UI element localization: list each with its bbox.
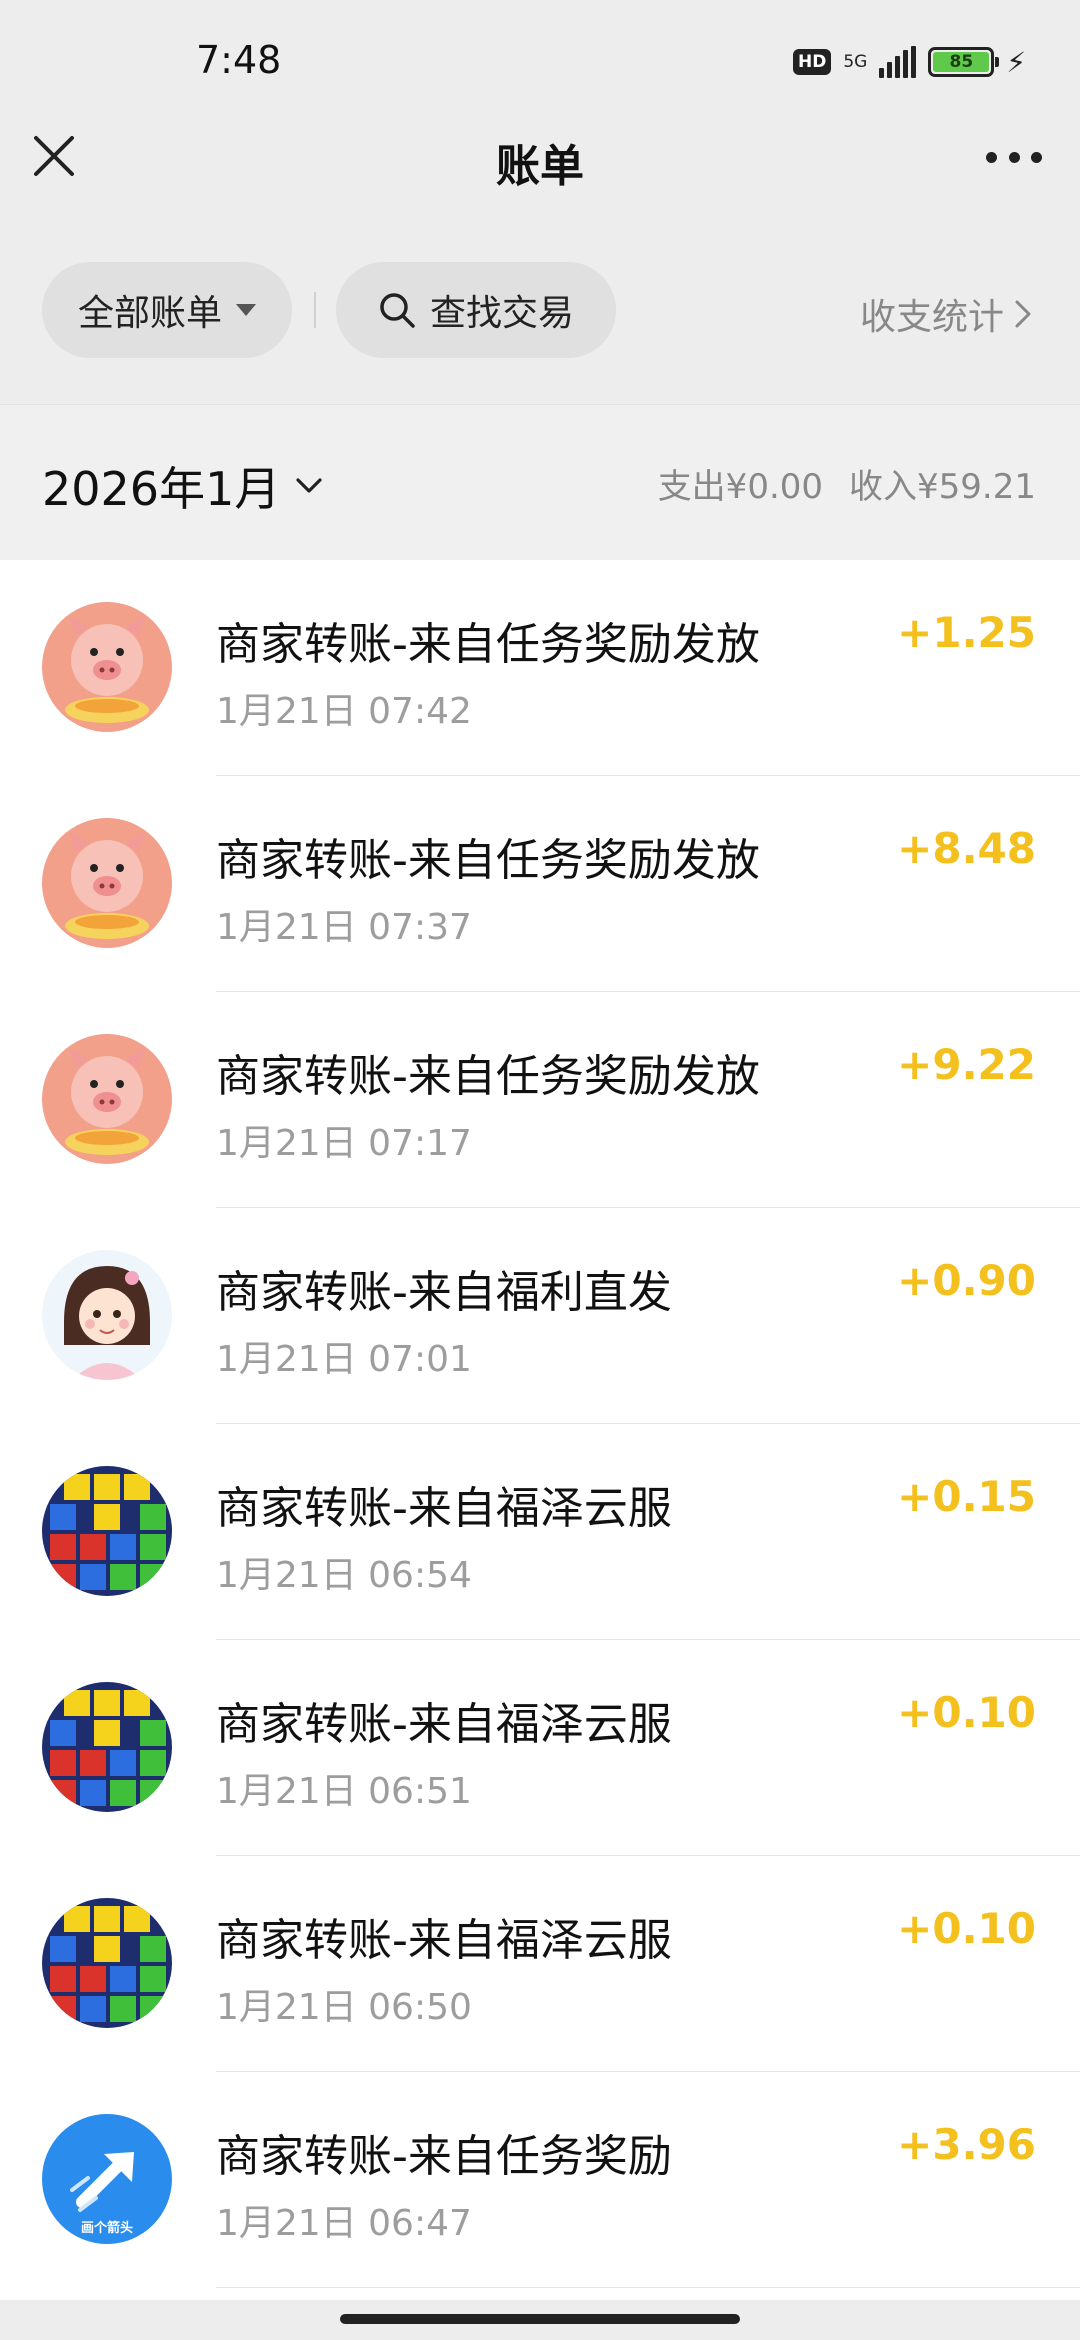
transaction-amount: +8.48 <box>897 824 1036 873</box>
transaction-time: 1月21日 07:37 <box>216 907 472 948</box>
transaction-title: 商家转账-来自任务奖励发放 <box>216 619 760 670</box>
transaction-amount: +0.10 <box>897 1688 1036 1737</box>
battery-icon: 85 <box>928 47 1000 77</box>
avatar <box>42 818 172 948</box>
income-total: 收入¥59.21 <box>849 467 1036 507</box>
transaction-row[interactable]: 商家转账-来自任务奖励发放 1月21日 07:17 +9.22 <box>0 992 1080 1208</box>
search-button[interactable]: 查找交易 <box>336 262 616 358</box>
transaction-amount: +3.96 <box>897 2120 1036 2169</box>
transaction-row[interactable]: 商家转账-来自任务奖励发放 1月21日 07:37 +8.48 <box>0 776 1080 992</box>
row-divider <box>216 2287 1080 2288</box>
status-time: 7:48 <box>196 38 282 82</box>
avatar <box>42 1898 172 2028</box>
transaction-time: 1月21日 07:42 <box>216 691 472 732</box>
month-summary: 支出¥0.00 收入¥59.21 <box>658 459 1036 508</box>
status-icons: HD 5G 85 ⚡ <box>792 44 1026 80</box>
transaction-title: 商家转账-来自福泽云服 <box>216 1483 672 1534</box>
transaction-time: 1月21日 06:54 <box>216 1555 472 1596</box>
transaction-row[interactable]: 画个箭头 商家转账-来自任务奖励 1月21日 06:47 +3.96 <box>0 2072 1080 2288</box>
home-indicator[interactable] <box>340 2314 740 2324</box>
transaction-title: 商家转账-来自任务奖励 <box>216 2131 672 2182</box>
all-bills-label: 全部账单 <box>77 293 222 334</box>
avatar <box>42 1034 172 1164</box>
transaction-list: 商家转账-来自任务奖励发放 1月21日 07:42 +1.25 商家转账-来自任… <box>0 560 1080 2300</box>
transaction-amount: +9.22 <box>897 1040 1036 1089</box>
status-bar: 7:48 HD 5G 85 ⚡ <box>0 0 1080 120</box>
transaction-amount: +0.15 <box>897 1472 1036 1521</box>
transaction-row[interactable]: 商家转账-来自福利直发 1月21日 07:01 +0.90 <box>0 1208 1080 1424</box>
transaction-time: 1月21日 07:01 <box>216 1339 472 1380</box>
month-selector[interactable]: 2026年1月 <box>42 453 326 519</box>
battery-level: 85 <box>933 52 990 72</box>
hd-icon: HD <box>792 49 832 75</box>
search-label: 查找交易 <box>429 293 574 334</box>
divider <box>314 292 316 328</box>
all-bills-dropdown[interactable]: 全部账单 <box>42 262 292 358</box>
chevron-right-icon <box>1015 300 1031 328</box>
chevron-down-icon <box>296 478 322 493</box>
transaction-title: 商家转账-来自福泽云服 <box>216 1699 672 1750</box>
page-title: 账单 <box>496 141 584 192</box>
search-icon <box>380 293 415 328</box>
pig-avatar-image <box>42 1034 172 1164</box>
avatar: 画个箭头 <box>42 2114 172 2244</box>
more-icon[interactable] <box>986 142 1042 172</box>
blocks-avatar-image <box>42 1682 172 1812</box>
transaction-title: 商家转账-来自福泽云服 <box>216 1915 672 1966</box>
pig-avatar-image <box>42 818 172 948</box>
avatar <box>42 1250 172 1380</box>
girl-avatar-image <box>42 1250 172 1380</box>
nav-bar: 账单 <box>0 110 1080 230</box>
transaction-time: 1月21日 06:50 <box>216 1987 472 2028</box>
transaction-time: 1月21日 07:17 <box>216 1123 472 1164</box>
transaction-row[interactable]: 商家转账-来自福泽云服 1月21日 06:51 +0.10 <box>0 1640 1080 1856</box>
avatar <box>42 602 172 732</box>
avatar-caption: 画个箭头 <box>81 2220 133 2236</box>
transaction-row[interactable]: 商家转账-来自福泽云服 1月21日 06:54 +0.15 <box>0 1424 1080 1640</box>
network-type: 5G <box>843 51 868 72</box>
month-label: 2026年1月 <box>42 462 281 516</box>
signal-icon <box>879 46 917 78</box>
transaction-time: 1月21日 06:47 <box>216 2203 472 2244</box>
transaction-title: 商家转账-来自任务奖励发放 <box>216 1051 760 1102</box>
blocks-avatar-image <box>42 1898 172 2028</box>
charging-icon: ⚡ <box>1006 45 1026 79</box>
expense-total: 支出¥0.00 <box>657 467 824 507</box>
transaction-row[interactable]: 商家转账-来自任务奖励发放 1月21日 07:42 +1.25 <box>0 560 1080 776</box>
transaction-amount: +1.25 <box>897 608 1036 657</box>
caret-down-icon <box>236 304 256 316</box>
stats-link[interactable]: 收支统计 <box>860 288 1034 340</box>
filter-row: 全部账单 查找交易 收支统计 <box>0 262 1080 362</box>
transaction-title: 商家转账-来自福利直发 <box>216 1267 672 1318</box>
avatar <box>42 1466 172 1596</box>
transaction-amount: +0.90 <box>897 1256 1036 1305</box>
transaction-row[interactable]: 商家转账-来自福泽云服 1月21日 06:50 +0.10 <box>0 1856 1080 2072</box>
transaction-time: 1月21日 06:51 <box>216 1771 472 1812</box>
blocks-avatar-image <box>42 1466 172 1596</box>
arrow-avatar-image: 画个箭头 <box>42 2114 172 2244</box>
stats-label: 收支统计 <box>859 297 1004 338</box>
avatar <box>42 1682 172 1812</box>
transaction-amount: +0.10 <box>897 1904 1036 1953</box>
transaction-title: 商家转账-来自任务奖励发放 <box>216 835 760 886</box>
pig-avatar-image <box>42 602 172 732</box>
month-header: 2026年1月 支出¥0.00 收入¥59.21 <box>0 404 1080 560</box>
